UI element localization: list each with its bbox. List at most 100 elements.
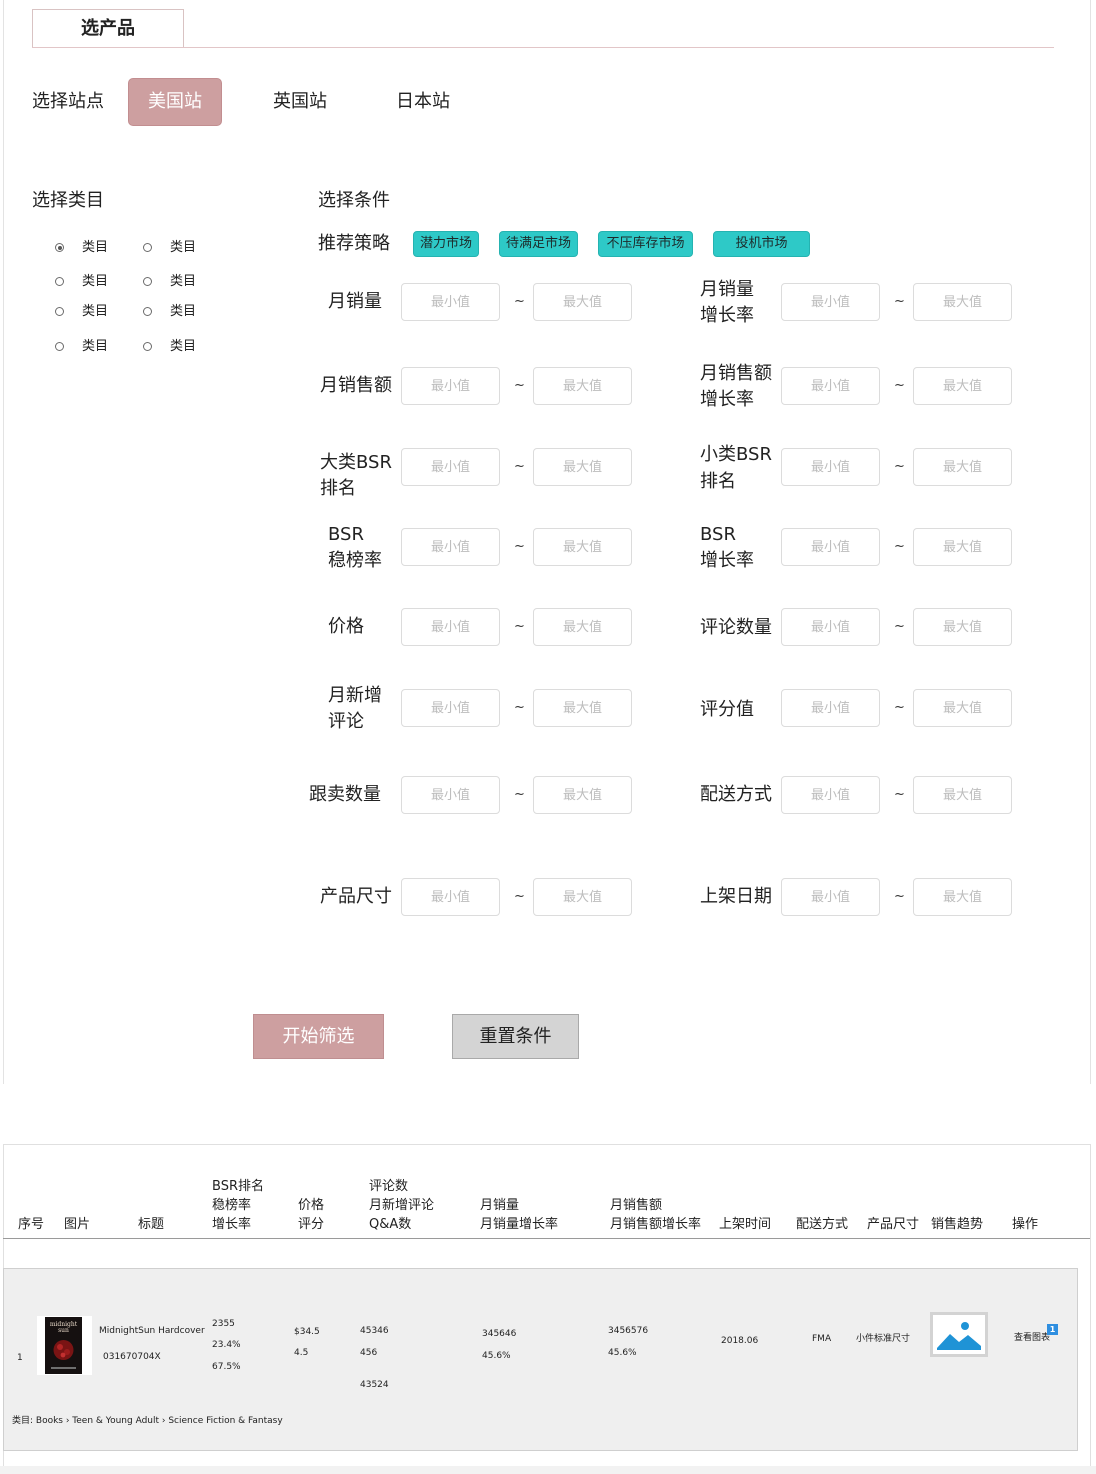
category-radio[interactable] bbox=[55, 277, 64, 286]
strategy-unmet[interactable]: 待满足市场 bbox=[499, 231, 578, 257]
sub-bsr-max-input[interactable] bbox=[913, 448, 1012, 486]
row-index: 1 bbox=[17, 1353, 23, 1363]
listing-date-max-input[interactable] bbox=[913, 878, 1012, 916]
category-item[interactable]: 类目 bbox=[82, 339, 108, 355]
delivery-max-input[interactable] bbox=[913, 776, 1012, 814]
row-asin: 031670704X bbox=[103, 1352, 161, 1362]
site-button-uk[interactable]: 英国站 bbox=[273, 90, 327, 114]
row-qa-count: 43524 bbox=[360, 1380, 389, 1390]
category-item[interactable]: 类目 bbox=[170, 304, 196, 320]
new-reviews-min-input[interactable] bbox=[401, 689, 500, 727]
category-label: 选择类目 bbox=[32, 190, 104, 211]
bsr-stability-max-input[interactable] bbox=[533, 528, 632, 566]
tab-underline bbox=[32, 47, 1054, 48]
revenue-growth-max-input[interactable] bbox=[913, 367, 1012, 405]
site-button-us[interactable]: 美国站 bbox=[128, 78, 222, 126]
category-item[interactable]: 类目 bbox=[82, 240, 108, 256]
header-divider bbox=[3, 1238, 1090, 1239]
category-radio[interactable] bbox=[55, 342, 64, 351]
monthly-revenue-max-input[interactable] bbox=[533, 367, 632, 405]
rating-max-input[interactable] bbox=[913, 689, 1012, 727]
row-category-path: 类目: Books › Teen & Young Adult › Science… bbox=[12, 1416, 283, 1426]
revenue-growth-min-input[interactable] bbox=[781, 367, 880, 405]
category-item[interactable]: 类目 bbox=[170, 274, 196, 290]
cond-main-bsr-label-2: 排名 bbox=[320, 478, 356, 499]
product-size-min-input[interactable] bbox=[401, 878, 500, 916]
product-image[interactable]: midnight sun bbox=[37, 1316, 92, 1375]
monthly-revenue-min-input[interactable] bbox=[401, 367, 500, 405]
view-chart-link[interactable]: 查看图表 bbox=[1014, 1332, 1050, 1344]
category-radio[interactable] bbox=[143, 307, 152, 316]
cond-new-reviews-label: 月新增 bbox=[328, 685, 382, 706]
cond-review-count-label: 评论数量 bbox=[700, 617, 772, 638]
header-qa-count: Q&A数 bbox=[369, 1217, 412, 1232]
sub-bsr-min-input[interactable] bbox=[781, 448, 880, 486]
header-bsr-growth: 增长率 bbox=[212, 1217, 252, 1232]
category-item[interactable]: 类目 bbox=[170, 339, 196, 355]
category-radio[interactable] bbox=[143, 342, 152, 351]
range-separator: ~ bbox=[894, 539, 905, 554]
reset-conditions-button[interactable]: 重置条件 bbox=[452, 1014, 579, 1059]
sales-growth-min-input[interactable] bbox=[781, 283, 880, 321]
bsr-stability-min-input[interactable] bbox=[401, 528, 500, 566]
header-action: 操作 bbox=[1012, 1217, 1039, 1232]
site-label: 选择站点 bbox=[32, 91, 104, 112]
category-radio[interactable] bbox=[55, 307, 64, 316]
cond-follow-sellers-label: 跟卖数量 bbox=[309, 784, 381, 805]
header-rating: 评分 bbox=[298, 1217, 325, 1232]
strategy-potential[interactable]: 潜力市场 bbox=[413, 231, 479, 257]
product-size-max-input[interactable] bbox=[533, 878, 632, 916]
cond-listing-date-label: 上架日期 bbox=[700, 886, 772, 907]
price-min-input[interactable] bbox=[401, 608, 500, 646]
row-bsr-growth: 67.5% bbox=[212, 1362, 241, 1372]
cond-bsr-growth-label: BSR bbox=[700, 524, 736, 545]
range-separator: ~ bbox=[894, 700, 905, 715]
strategy-label: 推荐策略 bbox=[318, 233, 390, 254]
strategy-low-stock[interactable]: 不压库存市场 bbox=[598, 231, 693, 257]
bsr-growth-max-input[interactable] bbox=[913, 528, 1012, 566]
main-bsr-min-input[interactable] bbox=[401, 448, 500, 486]
site-button-jp[interactable]: 日本站 bbox=[396, 90, 450, 114]
category-radio[interactable] bbox=[55, 243, 64, 252]
category-radio[interactable] bbox=[143, 243, 152, 252]
cond-rating-label: 评分值 bbox=[700, 699, 754, 720]
cond-revenue-growth-label: 月销售额 bbox=[700, 363, 772, 384]
range-separator: ~ bbox=[514, 619, 525, 634]
new-reviews-max-input[interactable] bbox=[533, 689, 632, 727]
header-revenue-growth: 月销售额增长率 bbox=[610, 1217, 702, 1232]
row-title[interactable]: MidnightSun Hardcover bbox=[99, 1325, 205, 1337]
notification-badge: 1 bbox=[1047, 1324, 1058, 1335]
book-cover-icon: midnight sun bbox=[45, 1317, 82, 1374]
follow-sellers-min-input[interactable] bbox=[401, 776, 500, 814]
header-new-reviews: 月新增评论 bbox=[369, 1198, 435, 1213]
sales-growth-max-input[interactable] bbox=[913, 283, 1012, 321]
main-bsr-max-input[interactable] bbox=[533, 448, 632, 486]
category-radio[interactable] bbox=[143, 277, 152, 286]
row-rating: 4.5 bbox=[294, 1348, 309, 1358]
range-separator: ~ bbox=[894, 294, 905, 309]
strategy-speculative[interactable]: 投机市场 bbox=[713, 231, 810, 257]
sales-trend-image[interactable] bbox=[930, 1312, 988, 1357]
monthly-sales-min-input[interactable] bbox=[401, 283, 500, 321]
category-item[interactable]: 类目 bbox=[82, 274, 108, 290]
range-separator: ~ bbox=[514, 700, 525, 715]
rating-min-input[interactable] bbox=[781, 689, 880, 727]
listing-date-min-input[interactable] bbox=[781, 878, 880, 916]
monthly-sales-max-input[interactable] bbox=[533, 283, 632, 321]
header-sales-growth: 月销量增长率 bbox=[480, 1217, 559, 1232]
header-monthly-revenue: 月销售额 bbox=[610, 1198, 663, 1213]
cond-bsr-stability-label: BSR bbox=[328, 524, 364, 545]
follow-sellers-max-input[interactable] bbox=[533, 776, 632, 814]
start-filter-button[interactable]: 开始筛选 bbox=[253, 1014, 384, 1059]
range-separator: ~ bbox=[894, 619, 905, 634]
range-separator: ~ bbox=[514, 294, 525, 309]
category-item[interactable]: 类目 bbox=[82, 304, 108, 320]
review-count-max-input[interactable] bbox=[913, 608, 1012, 646]
price-max-input[interactable] bbox=[533, 608, 632, 646]
delivery-min-input[interactable] bbox=[781, 776, 880, 814]
bsr-growth-min-input[interactable] bbox=[781, 528, 880, 566]
review-count-min-input[interactable] bbox=[781, 608, 880, 646]
category-item[interactable]: 类目 bbox=[170, 240, 196, 256]
row-revenue-growth: 45.6% bbox=[608, 1348, 637, 1358]
range-separator: ~ bbox=[514, 889, 525, 904]
